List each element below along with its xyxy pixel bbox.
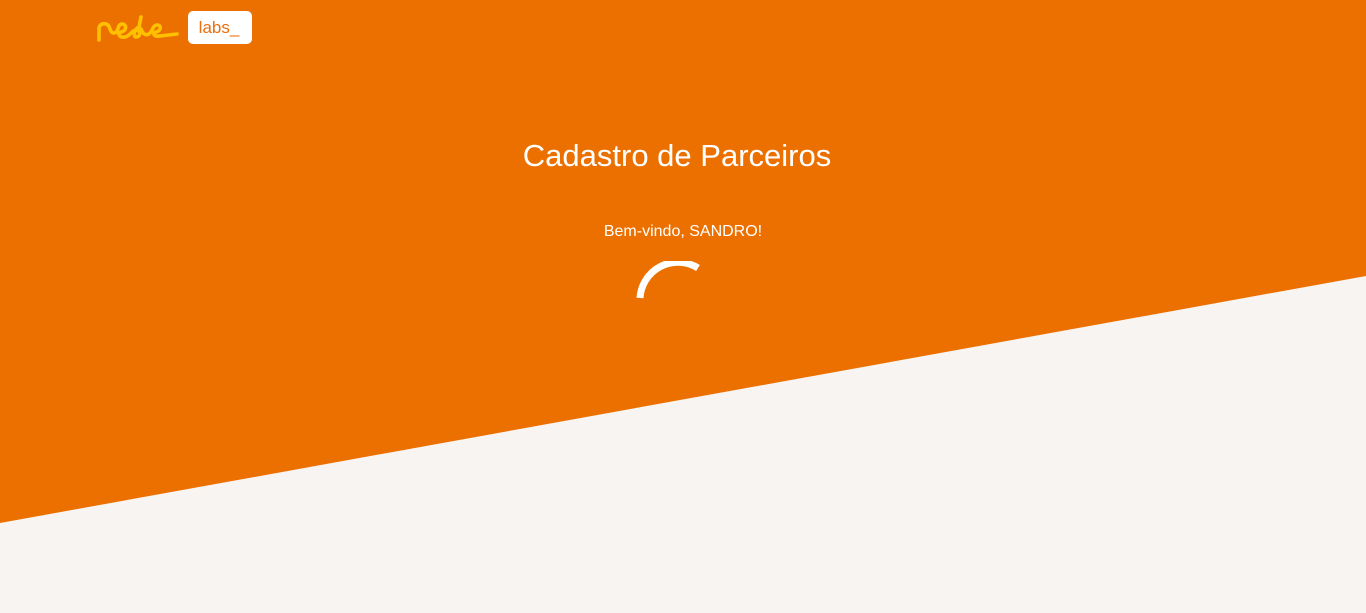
spinner-icon	[636, 261, 700, 299]
welcome-message: Bem-vindo, SANDRO!	[603, 223, 763, 240]
header: labs_	[97, 11, 252, 44]
rede-logo[interactable]	[97, 11, 179, 44]
page-title: Cadastro de Parceiros	[522, 138, 832, 173]
labs-badge[interactable]: labs_	[188, 11, 252, 44]
